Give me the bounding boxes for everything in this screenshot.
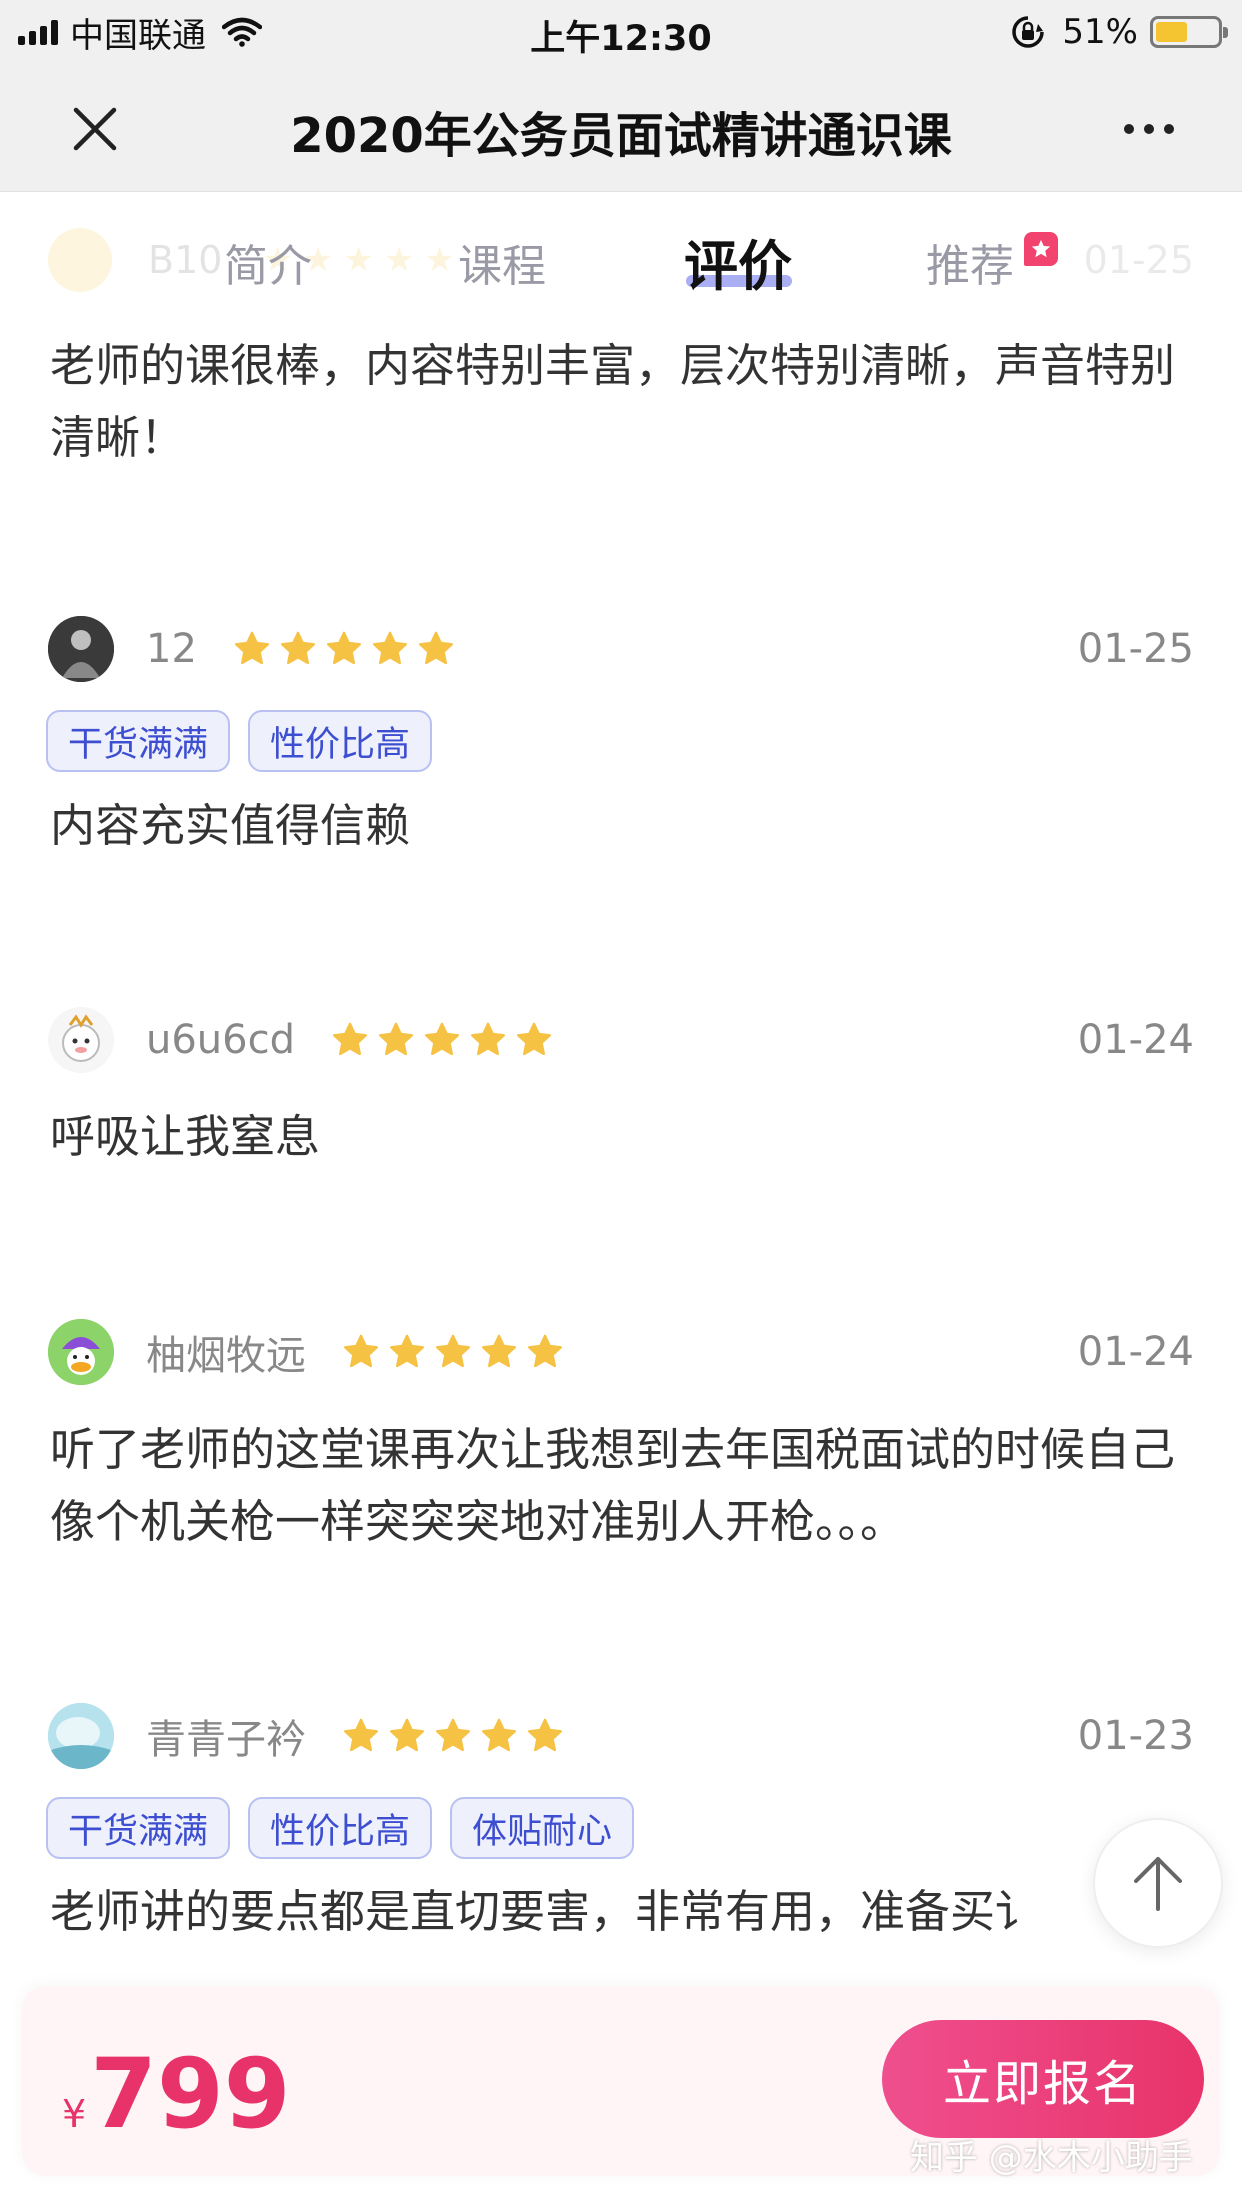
price: ¥ 799 bbox=[62, 2038, 291, 2150]
star-icon bbox=[343, 1718, 379, 1752]
star-icon bbox=[326, 631, 361, 665]
review-date: 01-23 bbox=[1077, 1713, 1194, 1759]
star-icon bbox=[481, 1718, 517, 1752]
avatar bbox=[48, 1007, 114, 1073]
review-text: 听了老师的这堂课再次让我想到去年国税面试的时候自己像个机关枪一样突突突地对准别人… bbox=[50, 1423, 1176, 1548]
enroll-button[interactable]: 立即报名 bbox=[882, 2020, 1204, 2138]
review-date: 01-25 bbox=[1077, 626, 1194, 672]
star-icon bbox=[516, 1022, 552, 1056]
star-icon bbox=[332, 1022, 368, 1056]
close-button[interactable] bbox=[60, 94, 130, 164]
review-header: 12 01-25 bbox=[48, 614, 1194, 684]
star-icon bbox=[527, 1718, 563, 1752]
review-text: 呼吸让我窒息 bbox=[50, 1110, 321, 1163]
review-date: 01-24 bbox=[1077, 1329, 1194, 1375]
avatar bbox=[48, 1703, 114, 1769]
review-username: u6u6cd bbox=[146, 1017, 295, 1063]
review-header: 柚烟牧远 01-24 bbox=[48, 1317, 1194, 1387]
star-rating bbox=[342, 1333, 564, 1371]
arrow-up-icon bbox=[1134, 1857, 1182, 1911]
more-button[interactable] bbox=[1104, 94, 1194, 164]
review-text: 老师的课很棒，内容特别丰富，层次特别清晰，声音特别清晰！ bbox=[50, 339, 1176, 464]
battery-icon bbox=[1150, 16, 1228, 48]
review-tag: 干货满满 bbox=[46, 1797, 231, 1859]
review-header: u6u6cd 01-24 bbox=[48, 1005, 1194, 1075]
nav-bar: 2020年公务员面试精讲通识课 bbox=[0, 64, 1242, 192]
star-rating bbox=[342, 1717, 564, 1755]
tab-bar: B10 ★ ★ ★ ★ ★ 01-25 简介 课程 评价 推荐 bbox=[0, 192, 1242, 322]
watermark: 知乎 @水木小助手 bbox=[910, 2138, 1193, 2178]
star-badge-icon bbox=[1024, 232, 1058, 266]
star-icon bbox=[470, 1022, 506, 1056]
review-date: 01-24 bbox=[1077, 1017, 1194, 1063]
status-bar: 中国联通 上午12:30 51% bbox=[0, 0, 1242, 64]
tab-intro[interactable]: 简介 bbox=[224, 230, 312, 294]
review-username: 青青子衿 bbox=[146, 1717, 306, 1763]
star-icon bbox=[418, 631, 453, 665]
page-title: 2020年公务员面试精讲通识课 bbox=[290, 108, 952, 164]
review-tags: 干货满满 性价比高 体贴耐心 bbox=[46, 1797, 635, 1859]
review-text: 内容充实值得信赖 bbox=[50, 799, 411, 852]
star-rating bbox=[233, 630, 455, 668]
star-icon bbox=[435, 1334, 471, 1368]
tab-recommend[interactable]: 推荐 bbox=[926, 230, 1014, 294]
review-username: 12 bbox=[146, 626, 197, 672]
tab-course[interactable]: 课程 bbox=[458, 230, 546, 294]
star-icon bbox=[527, 1334, 563, 1368]
star-icon bbox=[481, 1334, 517, 1368]
close-icon bbox=[73, 107, 117, 151]
review-header: 青青子衿 01-23 bbox=[48, 1701, 1194, 1771]
review-username: 柚烟牧远 bbox=[146, 1333, 306, 1379]
review-username: B10 bbox=[148, 238, 223, 282]
review-tag: 性价比高 bbox=[248, 710, 433, 772]
status-right: 51% bbox=[1010, 10, 1228, 54]
star-icon bbox=[343, 1334, 379, 1368]
star-icon bbox=[234, 631, 269, 665]
price-value: 799 bbox=[90, 2038, 291, 2150]
review-date: 01-25 bbox=[1083, 238, 1194, 282]
battery-percent: 51% bbox=[1062, 12, 1138, 52]
review-tag: 干货满满 bbox=[46, 710, 231, 772]
star-rating bbox=[331, 1021, 553, 1059]
tab-reviews[interactable]: 评价 bbox=[684, 222, 792, 301]
back-to-top-button[interactable] bbox=[1093, 1818, 1223, 1948]
rotation-lock-icon bbox=[1012, 16, 1045, 48]
avatar bbox=[48, 616, 114, 682]
star-icon bbox=[424, 1022, 460, 1056]
star-icon bbox=[435, 1718, 471, 1752]
avatar bbox=[48, 1319, 114, 1385]
star-icon bbox=[389, 1334, 425, 1368]
star-icon bbox=[372, 631, 407, 665]
battery-level bbox=[1156, 22, 1187, 42]
currency-symbol: ¥ bbox=[62, 2092, 87, 2136]
avatar bbox=[48, 228, 112, 292]
review-tag: 性价比高 bbox=[248, 1797, 433, 1859]
review-tag: 体贴耐心 bbox=[450, 1797, 635, 1859]
star-icon bbox=[280, 631, 315, 665]
star-icon bbox=[389, 1718, 425, 1752]
review-text: 老师讲的要点都是直切要害，非常有用，准备买讠 bbox=[50, 1885, 1041, 1938]
scrolled-review-header: B10 ★ ★ ★ ★ ★ 01-25 bbox=[48, 228, 1194, 292]
review-tags: 干货满满 性价比高 bbox=[46, 710, 433, 772]
star-icon bbox=[378, 1022, 414, 1056]
more-icon bbox=[1124, 124, 1134, 134]
